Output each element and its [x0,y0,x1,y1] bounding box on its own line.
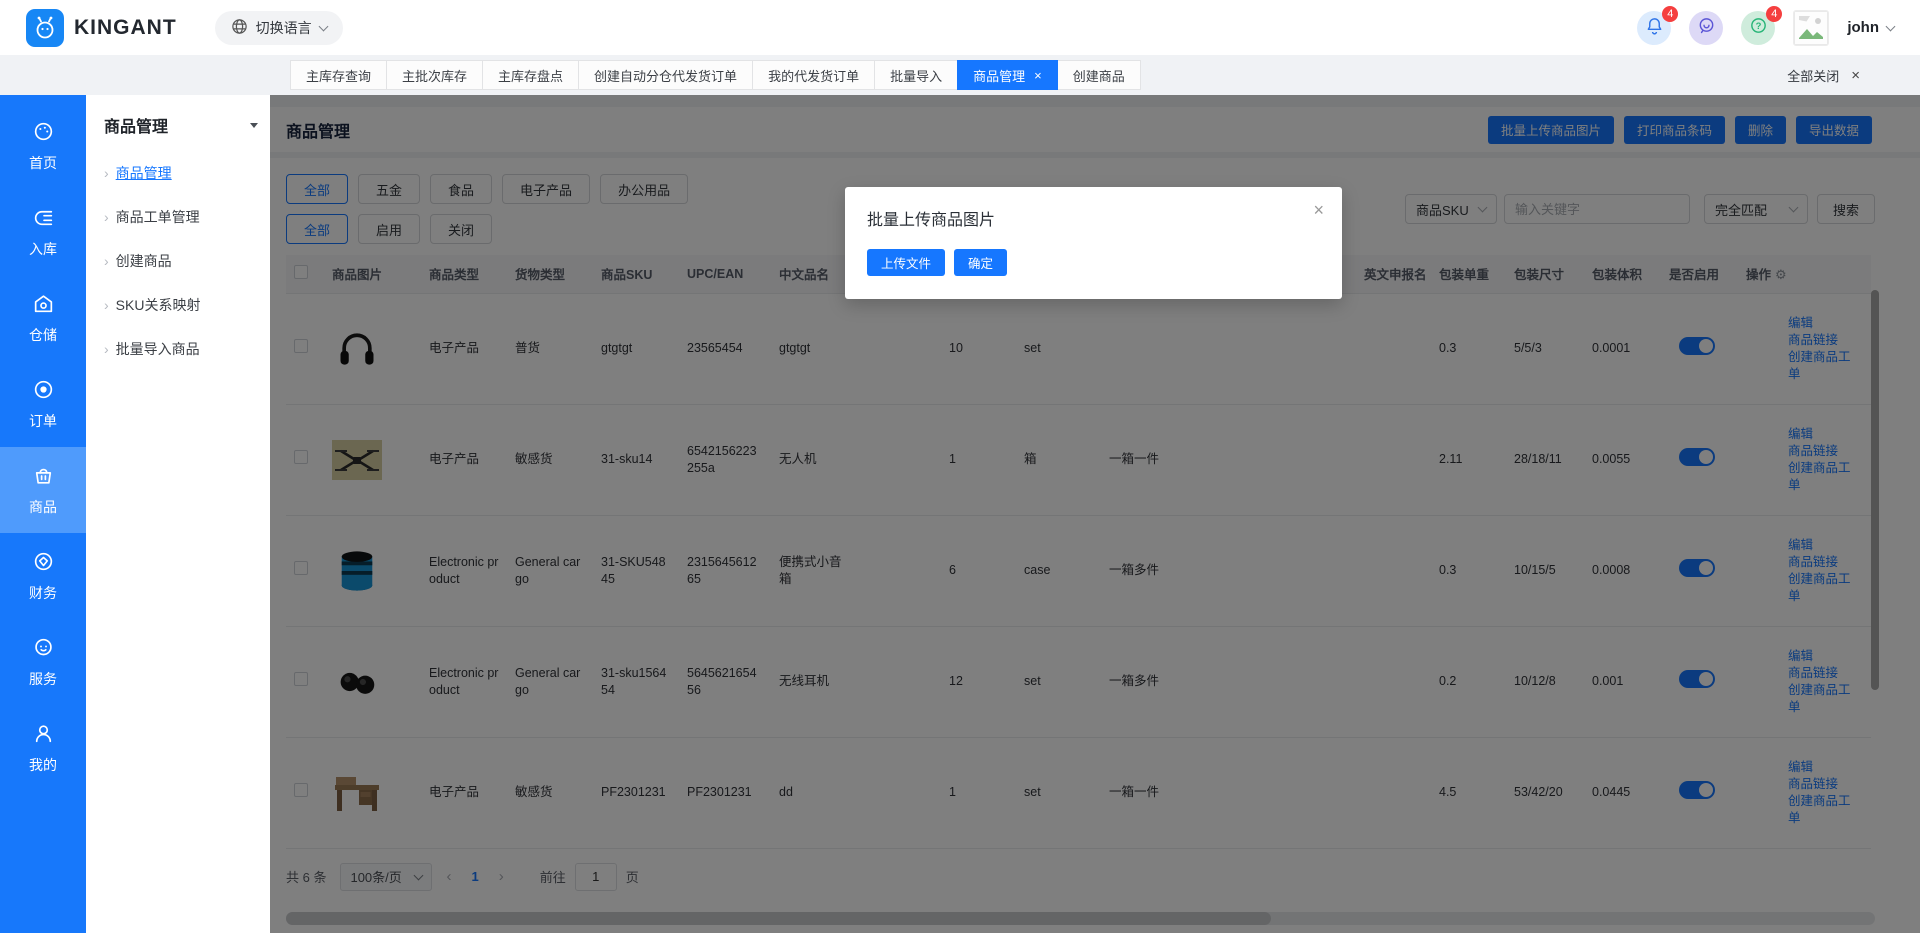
notifications-button[interactable]: 4 [1637,11,1671,45]
sidebar-item-SKU关系映射[interactable]: › SKU关系映射 [104,295,270,315]
products-icon [32,464,55,490]
tab-label: 创建商品 [1073,66,1125,85]
question-icon: ? [1749,16,1768,40]
rail-item-我的[interactable]: 我的 [0,705,86,791]
sidebar-item-商品工单管理[interactable]: › 商品工单管理 [104,207,270,227]
tab-label: 主库存盘点 [498,66,563,85]
rail-item-label: 仓储 [29,325,57,345]
globe-icon [231,18,248,38]
rail-item-财务[interactable]: 财务 [0,533,86,619]
orders-icon [32,378,55,404]
profile-icon [32,722,55,748]
sidebar-item-label: 商品工单管理 [116,207,200,227]
rail-item-label: 服务 [29,669,57,689]
tab-label: 商品管理 [973,66,1025,85]
rail-item-首页[interactable]: 首页 [0,103,86,189]
language-switcher[interactable]: 切换语言 [215,11,343,45]
tab-close-icon[interactable]: × [1034,68,1042,83]
tab-创建自动分仓代发货订单[interactable]: 创建自动分仓代发货订单 [578,60,753,90]
tab-我的代发货订单[interactable]: 我的代发货订单 [752,60,875,90]
rail-item-仓储[interactable]: 仓储 [0,275,86,361]
help-button[interactable]: ? 4 [1741,11,1775,45]
close-all-tabs-button[interactable]: 全部关闭 × [1787,66,1860,85]
close-icon: × [1851,67,1860,84]
help-badge: 4 [1766,6,1782,22]
upload-file-button[interactable]: 上传文件 [867,249,945,276]
rail-item-label: 首页 [29,153,57,173]
sidebar-item-label: 批量导入商品 [116,339,200,359]
tab-label: 我的代发货订单 [768,66,859,85]
language-label: 切换语言 [256,18,312,38]
bell-icon [1645,16,1664,40]
notification-badge: 4 [1662,6,1678,22]
brand-logo-icon [26,9,64,47]
chevron-right-icon: › [104,253,109,269]
tab-主批次库存[interactable]: 主批次库存 [386,60,483,90]
batch-upload-modal: 批量上传商品图片 × 上传文件 确定 [845,187,1342,299]
chevron-right-icon: › [104,209,109,225]
tab-strip: 主库存查询主批次库存主库存盘点创建自动分仓代发货订单我的代发货订单批量导入商品管… [0,55,1920,95]
sidebar-item-商品管理[interactable]: › 商品管理 [104,163,270,183]
rail-item-商品[interactable]: 商品 [0,447,86,533]
sidebar-section-title[interactable]: 商品管理 [104,113,270,137]
sidebar-item-label: SKU关系映射 [116,295,201,315]
confirm-button[interactable]: 确定 [954,249,1007,276]
tab-label: 主批次库存 [402,66,467,85]
rail-item-label: 入库 [29,239,57,259]
rail-item-label: 财务 [29,583,57,603]
tab-主库存盘点[interactable]: 主库存盘点 [482,60,579,90]
home-icon [32,120,55,146]
sidebar-item-label: 商品管理 [116,163,172,183]
tab-批量导入[interactable]: 批量导入 [874,60,958,90]
tab-创建商品[interactable]: 创建商品 [1057,60,1141,90]
chevron-right-icon: › [104,165,109,181]
chevron-down-icon [318,21,328,31]
chevron-down-icon [1886,21,1896,31]
rail-item-入库[interactable]: 入库 [0,189,86,275]
service-icon [32,636,55,662]
modal-close-icon[interactable]: × [1313,201,1324,219]
tab-主库存查询[interactable]: 主库存查询 [290,60,387,90]
page-content: 商品管理 批量上传商品图片打印商品条码删除导出数据 全部五金食品电子产品办公用品… [270,95,1920,933]
warehouse-icon [32,292,55,318]
inbound-icon [32,206,55,232]
tab-label: 创建自动分仓代发货订单 [594,66,737,85]
secondary-sidebar: 商品管理 › 商品管理 › 商品工单管理 › 创建商品 › SKU关系映射 › 批量导入商品 [86,95,270,933]
close-all-label: 全部关闭 [1787,66,1839,85]
chevron-right-icon: › [104,341,109,357]
rail-item-订单[interactable]: 订单 [0,361,86,447]
tab-商品管理[interactable]: 商品管理 × [957,60,1058,90]
rail-item-label: 订单 [29,411,57,431]
collapse-caret-icon [250,123,258,128]
chevron-right-icon: › [104,297,109,313]
brand-wordmark: KINGANT [74,16,177,40]
bottom-strip [0,933,1920,945]
modal-title: 批量上传商品图片 [867,206,1320,230]
username: john [1847,19,1879,36]
messages-button[interactable] [1689,11,1723,45]
tab-label: 主库存查询 [306,66,371,85]
rail-item-label: 我的 [29,755,57,775]
chat-icon [1697,16,1716,40]
app-header: KINGANT 切换语言 4 ? 4 john [0,0,1920,55]
sidebar-item-创建商品[interactable]: › 创建商品 [104,251,270,271]
primary-nav-rail: 首页入库仓储订单商品财务服务我的 [0,95,86,933]
user-avatar[interactable] [1793,10,1829,46]
tab-label: 批量导入 [890,66,942,85]
rail-item-服务[interactable]: 服务 [0,619,86,705]
sidebar-item-label: 创建商品 [116,251,172,271]
user-menu[interactable]: john [1847,19,1894,36]
sidebar-title-label: 商品管理 [104,113,168,137]
rail-item-label: 商品 [29,497,57,517]
svg-text:?: ? [1755,20,1761,31]
finance-icon [32,550,55,576]
sidebar-item-批量导入商品[interactable]: › 批量导入商品 [104,339,270,359]
